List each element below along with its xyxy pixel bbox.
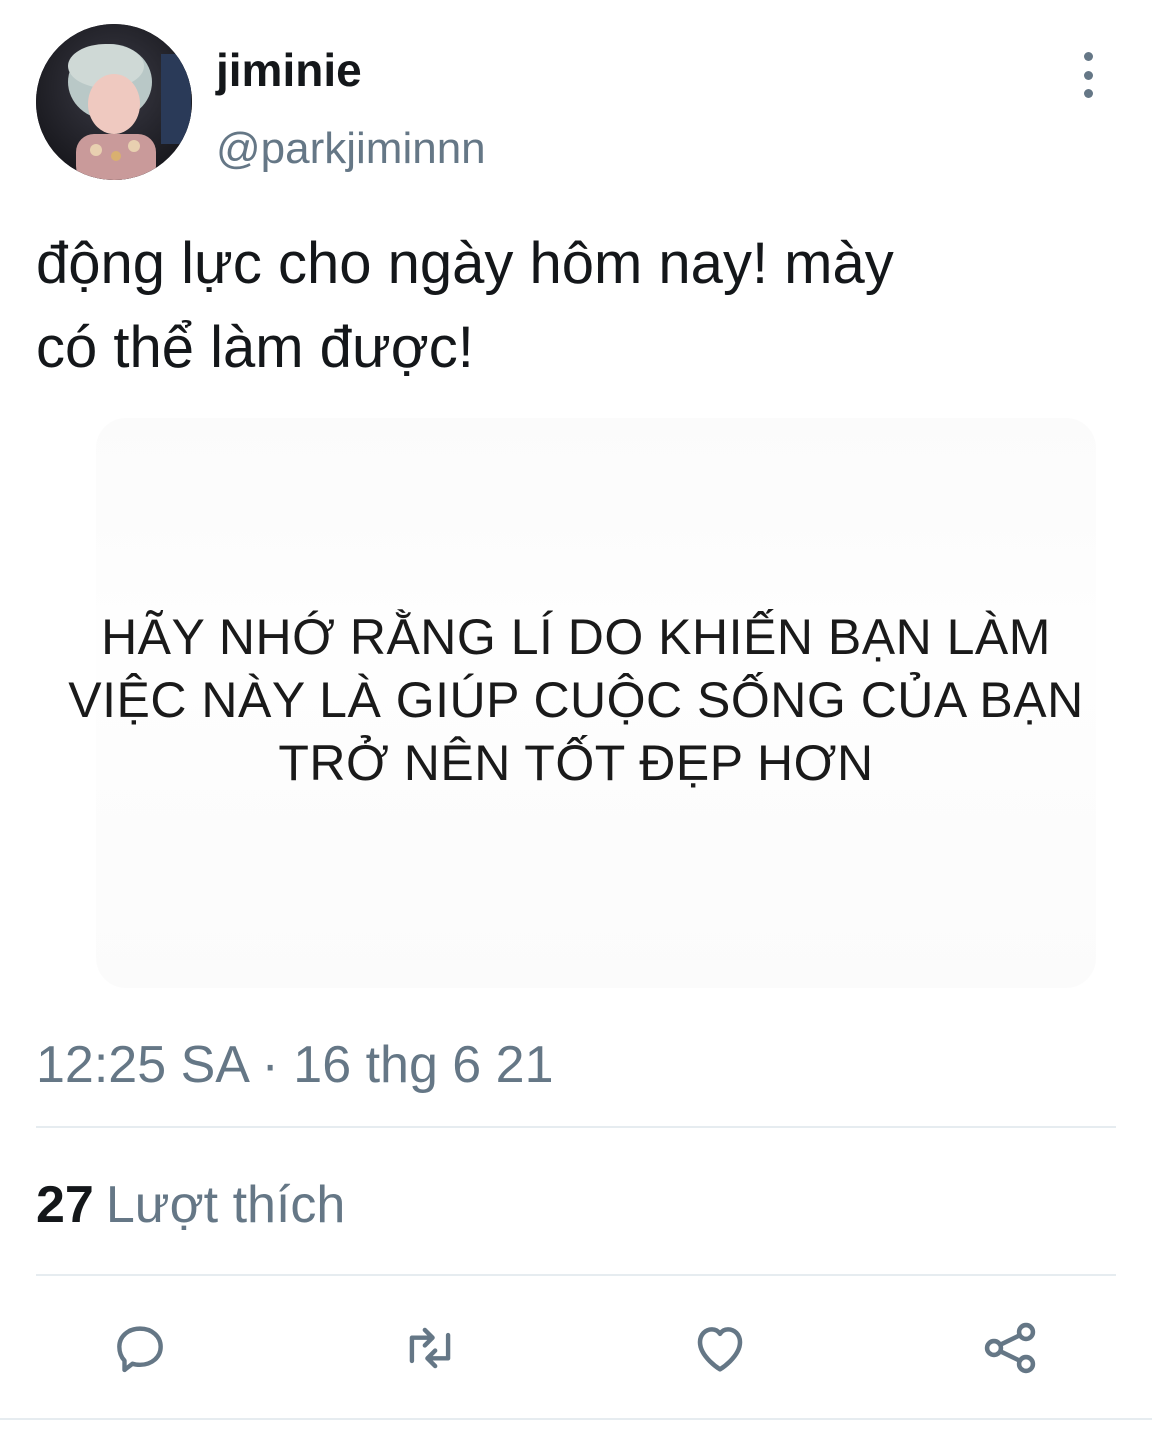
retweet-icon bbox=[409, 1327, 451, 1369]
avatar[interactable] bbox=[36, 24, 192, 180]
tweet-text-line: động lực cho ngày hôm nay! mày bbox=[36, 231, 894, 296]
media-caption-line: HÃY NHỚ RẰNG LÍ DO KHIẾN BẠN LÀM bbox=[101, 609, 1051, 665]
more-dot-icon bbox=[1083, 52, 1093, 61]
divider bbox=[36, 1126, 1116, 1128]
share-icon bbox=[984, 1322, 1036, 1374]
tweet-text: động lực cho ngày hôm nay! mày có thể là… bbox=[36, 222, 1116, 390]
likes-count: 27 bbox=[36, 1176, 94, 1234]
media-caption-line: VIỆC NÀY LÀ GIÚP CUỘC SỐNG CỦA BẠN bbox=[68, 672, 1084, 728]
tweet-detail-page: jiminie @parkjiminnn động lực cho ngày h… bbox=[0, 0, 1152, 1439]
divider bbox=[36, 1274, 1116, 1276]
more-dot-icon bbox=[1083, 89, 1093, 98]
likes-stat[interactable]: 27 Lượt thích bbox=[36, 1174, 345, 1236]
media-caption: HÃY NHỚ RẰNG LÍ DO KHIẾN BẠN LÀM VIỆC NÀ… bbox=[36, 606, 1116, 795]
profile-photo-icon bbox=[36, 24, 192, 180]
divider bbox=[0, 1418, 1152, 1420]
like-icon bbox=[697, 1327, 743, 1372]
more-options-button[interactable] bbox=[1068, 52, 1108, 98]
tweet-timestamp[interactable]: 12:25 SA · 16 thg 6 21 bbox=[36, 1034, 554, 1096]
media-caption-line: TRỞ NÊN TỐT ĐẸP HƠN bbox=[278, 735, 874, 791]
more-dot-icon bbox=[1083, 70, 1093, 80]
share-button[interactable] bbox=[978, 1316, 1042, 1380]
reply-icon bbox=[117, 1326, 163, 1373]
display-name[interactable]: jiminie bbox=[216, 42, 362, 98]
tweet-text-line: có thể làm được! bbox=[36, 315, 474, 380]
like-button[interactable] bbox=[688, 1316, 752, 1380]
tweet-media-image[interactable]: HÃY NHỚ RẰNG LÍ DO KHIẾN BẠN LÀM VIỆC NÀ… bbox=[36, 408, 1116, 1004]
retweet-button[interactable] bbox=[398, 1316, 462, 1380]
reply-button[interactable] bbox=[108, 1316, 172, 1380]
likes-label: Lượt thích bbox=[105, 1176, 346, 1234]
user-handle[interactable]: @parkjiminnn bbox=[216, 122, 486, 176]
